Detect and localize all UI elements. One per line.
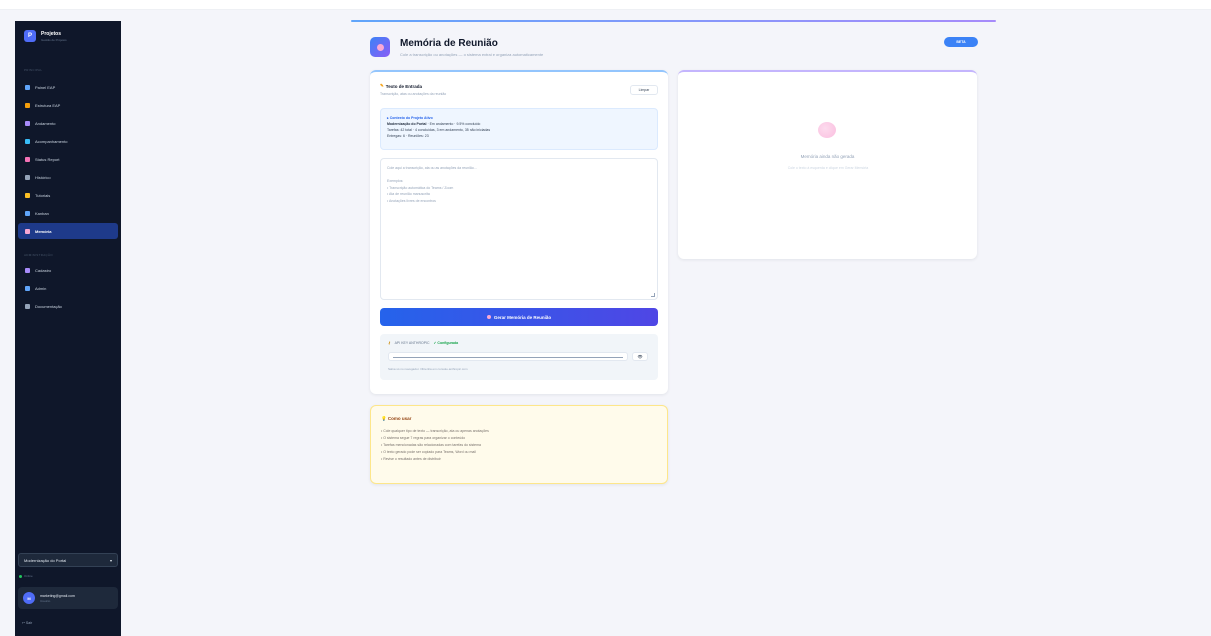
- doc-icon: [25, 303, 30, 309]
- input-card: ✎ Texto de Entrada Transcrição, atas ou …: [370, 70, 668, 394]
- hierarchy-icon: [25, 102, 30, 108]
- api-key-input[interactable]: [388, 352, 628, 361]
- brain-icon: [818, 122, 836, 138]
- input-card-title: ✎ Texto de Entrada: [380, 83, 422, 89]
- page-subtitle: Cole a transcrição ou anotações — o sist…: [400, 52, 544, 57]
- trend-icon: [25, 120, 30, 126]
- brain-icon: [370, 37, 390, 57]
- sidebar-item-label: Memória: [35, 228, 52, 234]
- user-email: marketing@gmail.com: [40, 593, 75, 598]
- sidebar-item-label: Documentação: [35, 303, 62, 309]
- sidebar-item-cadastro[interactable]: Cadastro: [18, 262, 118, 278]
- help-list: • Cole qualquer tipo de texto — transcri…: [381, 428, 489, 463]
- sidebar-item-painel-eap[interactable]: Painel EAP: [18, 79, 118, 95]
- sidebar-item-kanban[interactable]: Kanban: [18, 205, 118, 221]
- nav-main: Painel EAP Estrutura EAP Andamento Acompanh…: [18, 79, 118, 241]
- kanban-icon: [25, 210, 30, 216]
- list-item: • Cole qualquer tipo de texto — transcri…: [381, 429, 489, 433]
- key-icon: ⚷: [388, 341, 391, 345]
- sidebar-item-label: Histórico: [35, 174, 51, 180]
- nav-admin: Cadastro Admin Documentação: [18, 262, 118, 316]
- sidebar-item-label: Andamento: [35, 120, 56, 126]
- chart-icon: [25, 138, 30, 144]
- context-line-3: Entregas: 6 · Reuniões: 23: [387, 134, 429, 138]
- clear-button[interactable]: Limpar: [630, 85, 658, 95]
- user-card[interactable]: M marketing@gmail.com Usuário: [18, 587, 118, 609]
- generate-memory-button[interactable]: Gerar Memória de Reunião: [380, 308, 658, 326]
- page-title: Memória de Reunião: [400, 38, 498, 49]
- list-item: • O sistema segue 7 regras para organiza…: [381, 436, 466, 440]
- sidebar-item-label: Tutoriais: [35, 192, 51, 198]
- brain-icon: [486, 315, 491, 319]
- sidebar-item-andamento[interactable]: Andamento: [18, 115, 118, 131]
- logout-link[interactable]: ↩ Sair: [22, 621, 32, 625]
- list-item: • O texto gerado pode ser copiado para T…: [381, 450, 476, 454]
- sidebar: P Projetos Gestão de Projetos Principal …: [15, 21, 121, 636]
- report-icon: [25, 156, 30, 162]
- book-icon: [25, 192, 30, 198]
- sidebar-item-label: Kanban: [35, 210, 49, 216]
- sidebar-item-acompanhamento[interactable]: Acompanhamento: [18, 133, 118, 149]
- sidebar-item-label: Painel EAP: [35, 84, 56, 90]
- grid-icon: [25, 84, 30, 90]
- section-label-main: Principal: [24, 68, 43, 72]
- sidebar-item-label: Admin: [35, 285, 47, 291]
- sidebar-item-label: Cadastro: [35, 267, 52, 273]
- sidebar-item-tutoriais[interactable]: Tutoriais: [18, 187, 118, 203]
- sidebar-item-label: Estrutura EAP: [35, 102, 61, 108]
- project-context-box: ▸ Contexto do Projeto Ativo Modernização…: [380, 108, 658, 150]
- avatar: M: [23, 592, 35, 604]
- project-select[interactable]: Modernização do Portal ▾: [18, 553, 118, 567]
- sidebar-item-label: Status Report: [35, 156, 60, 162]
- browser-top-strip: [0, 0, 1211, 10]
- sidebar-item-documenta-o[interactable]: Documentação: [18, 298, 118, 314]
- transcript-textarea[interactable]: Cole aqui a transcrição, ata ou as anota…: [380, 158, 658, 300]
- output-empty-subtitle: Cole o texto à esquerda e clique em Gera…: [787, 166, 869, 170]
- database-icon: [25, 267, 30, 273]
- api-status: ✓ Configurada: [433, 341, 459, 345]
- api-key-label: ⚷ API KEY ANTHROPIC ✓ Configurada: [388, 341, 459, 345]
- placeholder-line: • Anotações livres de encontros: [387, 198, 436, 203]
- brain-icon: [25, 228, 30, 234]
- list-item: • Tarefas mencionadas são relacionadas c…: [381, 443, 481, 447]
- project-select-value: Modernização do Portal: [24, 557, 67, 563]
- user-role: Usuário: [40, 598, 51, 603]
- brand-logo-icon: P: [24, 30, 36, 42]
- generate-button-label: Gerar Memória de Reunião: [493, 314, 552, 320]
- sidebar-item-mem-ria[interactable]: Memória: [18, 223, 118, 239]
- list-item: • Revise o resultado antes de distribuir: [381, 457, 441, 461]
- brand[interactable]: P Projetos Gestão de Projetos: [24, 30, 67, 42]
- brand-name: Projetos: [41, 30, 62, 37]
- online-dot-icon: [19, 574, 22, 578]
- shield-icon: [25, 285, 30, 291]
- logout-label: Sair: [25, 621, 33, 625]
- section-label-admin: Administração: [24, 253, 53, 257]
- input-card-subtitle: Transcrição, atas ou anotações da reuniã…: [380, 92, 447, 96]
- sidebar-item-estrutura-eap[interactable]: Estrutura EAP: [18, 97, 118, 113]
- brand-subtitle: Gestão de Projetos: [41, 37, 67, 42]
- pencil-icon: ✎: [380, 83, 384, 88]
- api-key-note: Salva só no navegador. Obtenha em consol…: [388, 367, 468, 371]
- eye-icon[interactable]: 👁: [632, 352, 648, 361]
- sidebar-item-status-report[interactable]: Status Report: [18, 151, 118, 167]
- online-label: Online: [24, 574, 33, 578]
- online-status: Online: [19, 574, 33, 578]
- output-card: Memória ainda não gerada Cole o texto à …: [678, 70, 977, 259]
- help-card: 💡 Como usar • Cole qualquer tipo de text…: [370, 405, 668, 484]
- sidebar-item-hist-rico[interactable]: Histórico: [18, 169, 118, 185]
- chevron-down-icon: ▾: [109, 557, 112, 563]
- resize-handle-icon[interactable]: [651, 293, 655, 297]
- help-title: 💡 Como usar: [381, 416, 412, 421]
- header-accent-line: [351, 20, 996, 22]
- output-empty-title: Memória ainda não gerada: [800, 154, 855, 159]
- sidebar-item-label: Acompanhamento: [35, 138, 68, 144]
- beta-badge: BETA: [944, 37, 978, 47]
- history-icon: [25, 174, 30, 180]
- sidebar-item-admin[interactable]: Admin: [18, 280, 118, 296]
- api-key-box: ⚷ API KEY ANTHROPIC ✓ Configurada 👁 Salv…: [380, 334, 658, 380]
